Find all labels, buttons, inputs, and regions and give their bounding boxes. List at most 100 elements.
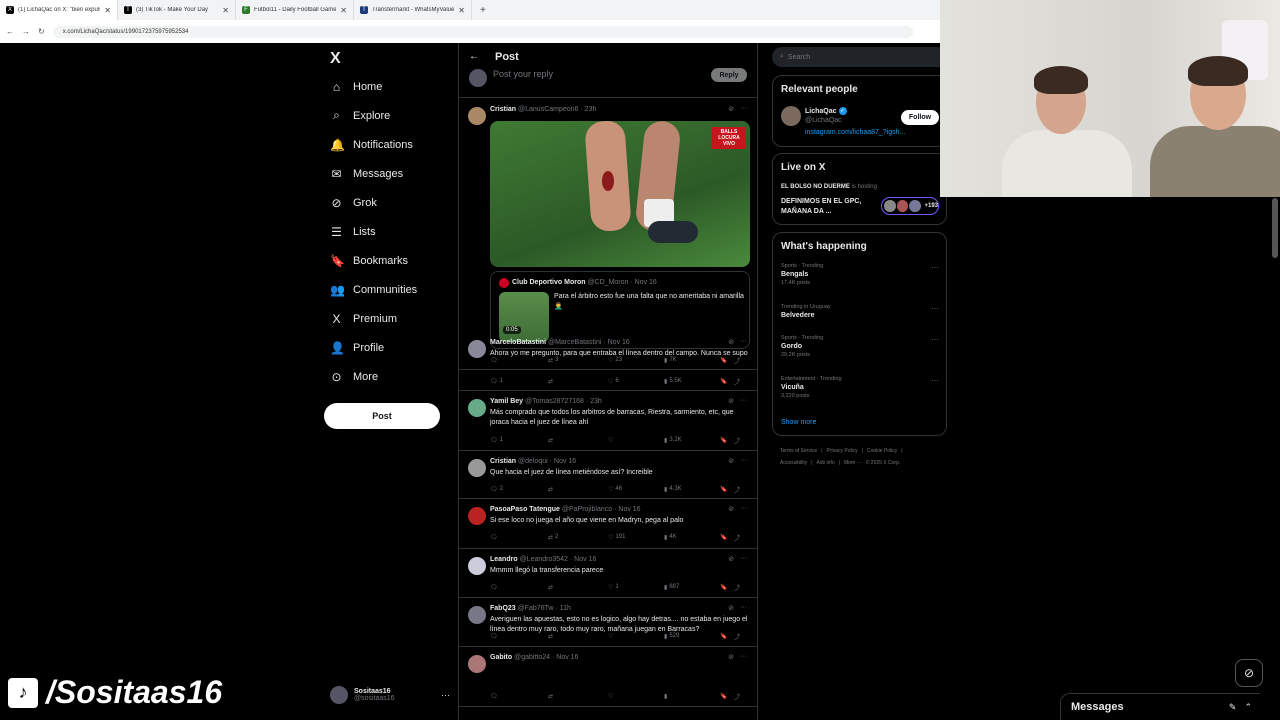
like-action[interactable]: ♡ [608,437,664,444]
like-action[interactable]: ♡ [608,633,664,640]
sidebar-item-home[interactable]: ⌂ Home [330,72,460,101]
bookmark-icon[interactable]: 🔖 [720,378,734,385]
views-action[interactable]: ▮ 887 [664,584,720,591]
sidebar-item-explore[interactable]: ⌕ Explore [330,101,460,130]
footer-link[interactable]: Terms of Service [780,448,817,454]
footer-link[interactable]: Ads info [817,460,835,466]
more-dots-icon[interactable]: ··· [740,105,747,113]
close-tab-icon[interactable]: ✕ [340,6,347,15]
bookmark-icon[interactable]: 🔖 [720,633,734,640]
reply-action[interactable]: 🗨 1 [490,437,548,444]
sidebar-item-lists[interactable]: ☰ Lists [330,217,460,246]
sidebar-item-grok[interactable]: ⊘ Grok [330,188,460,217]
forward-arrow-icon[interactable]: → [22,27,30,36]
more-dots-icon[interactable]: ··· [931,263,939,272]
sidebar-item-bookmarks[interactable]: 🔖 Bookmarks [330,247,460,276]
grok-icon[interactable]: ⊘ [728,105,734,113]
views-action[interactable]: ▮ 4K [664,534,720,541]
footer-link[interactable]: Cookie Policy [867,448,897,454]
show-more-link[interactable]: Show more [781,419,816,426]
trend-item[interactable]: Sports · Trending Bengals 17.4K posts ··· [781,263,941,286]
sidebar-item-messages[interactable]: ✉ Messages [330,159,460,188]
more-dots-icon[interactable]: ··· [740,653,747,661]
scrollbar[interactable] [1272,198,1278,258]
reply-action[interactable]: 🗨 [490,633,548,640]
footer-link[interactable]: More ··· [844,460,862,466]
live-on-x-box[interactable]: Live on X EL BOLSO NO DUERME is hosting … [772,153,947,225]
bio-link[interactable]: instagram.com/lichaa87_?igsh... [805,129,905,136]
more-dots-icon[interactable]: ··· [740,604,747,612]
views-action[interactable]: ▮ 4.3K [664,486,720,493]
new-tab-button[interactable]: + [472,5,494,16]
more-dots-icon[interactable]: ··· [740,457,747,465]
retweet-action[interactable]: ⇄ [548,693,608,700]
trend-item[interactable]: Entertainment · Trending Vicuña 3,220 post… [781,376,941,399]
account-switcher[interactable]: Sositaas16 @sositaas16 ··· [330,686,450,704]
back-arrow-icon[interactable]: ← [6,27,14,36]
close-tab-icon[interactable]: ✕ [458,6,465,15]
more-dots-icon[interactable]: ··· [740,555,747,563]
grok-icon[interactable]: ⊘ [728,653,734,661]
retweet-action[interactable]: ⇄ [548,486,608,493]
more-dots-icon[interactable]: ··· [740,505,747,513]
reply-action[interactable]: 🗨 [490,534,548,541]
bookmark-icon[interactable]: 🔖 [720,534,734,541]
post-button[interactable]: Post [324,403,440,429]
share-icon[interactable]: ⤴ [734,377,740,386]
sidebar-item-profile[interactable]: 👤 Profile [330,334,460,363]
browser-tab[interactable]: T (3) TikTok - Make Your Day ✕ [118,0,236,20]
reply-input[interactable]: Post your reply [493,69,553,79]
share-icon[interactable]: ⤴ [734,533,740,542]
more-dots-icon[interactable]: ··· [740,397,747,405]
grok-icon[interactable]: ⊘ [1235,659,1263,687]
views-action[interactable]: ▮ [664,693,720,700]
views-action[interactable]: ▮ 5.5K [664,378,720,385]
reply-action[interactable]: 🗨 1 [490,378,548,385]
like-action[interactable]: ♡ 191 [608,534,664,541]
compose-message-icon[interactable]: ✎ [1229,702,1237,713]
bookmark-icon[interactable]: 🔖 [720,437,734,444]
like-action[interactable]: ♡ [608,693,664,700]
retweet-action[interactable]: ⇄ [548,584,608,591]
close-tab-icon[interactable]: ✕ [222,6,229,15]
retweet-action[interactable]: ⇄ [548,378,608,385]
reply-item[interactable]: Gabito @gabitto24 · Nov 16 ⊘ ··· 🗨 ⇄ ♡ ▮ 🔖 ⤴ [459,647,757,707]
reply-item[interactable]: FabQ23 @Fab76Tw · 11h ⊘ ··· Averiguen las a… [459,598,757,647]
grok-icon[interactable]: ⊘ [728,604,734,612]
reply-action[interactable]: 🗨 [490,693,548,700]
more-dots-icon[interactable]: ··· [931,376,939,385]
reply-button[interactable]: Reply [711,68,747,82]
person-name[interactable]: LichaQac ✓ [805,107,847,115]
share-icon[interactable]: ⤴ [734,436,740,445]
reload-icon[interactable]: ↻ [38,27,45,36]
share-icon[interactable]: ⤴ [734,632,740,641]
url-field[interactable]: x.com/LichaQac/status/199017237597595253… [52,25,913,38]
browser-tab[interactable]: T Transfermarkt - WhatsMyValue ✕ [354,0,472,20]
back-arrow-icon[interactable]: ← [469,51,479,62]
video-media[interactable]: BALLS LOCURA VIVO [490,121,750,267]
more-dots-icon[interactable]: ··· [441,690,450,700]
grok-icon[interactable]: ⊘ [728,338,734,346]
share-icon[interactable]: ⤴ [734,692,740,701]
like-action[interactable]: ♡ 1 [608,584,664,591]
retweet-action[interactable]: ⇄ 2 [548,534,608,541]
views-action[interactable]: ▮ 3.2K [664,437,720,444]
more-dots-icon[interactable]: ··· [740,338,747,346]
bookmark-icon[interactable]: 🔖 [720,486,734,493]
grok-icon[interactable]: ⊘ [728,505,734,513]
reply-action[interactable]: 🗨 2 [490,486,548,493]
browser-tab[interactable]: F Futbol11 - Daily Football Game ✕ [236,0,354,20]
messages-drawer[interactable]: Messages ✎ ⌃ [1060,693,1260,720]
share-icon[interactable]: ⤴ [734,583,740,592]
views-action[interactable]: ▮ 529 [664,633,720,640]
sidebar-item-notifications[interactable]: 🔔 Notifications [330,130,460,159]
grok-icon[interactable]: ⊘ [728,555,734,563]
sidebar-item-premium[interactable]: X Premium [330,305,460,334]
reply-item[interactable]: Cristian @deloqui · Nov 16 ⊘ ··· Que hacia … [459,451,757,499]
bookmark-icon[interactable]: 🔖 [720,584,734,591]
footer-link[interactable]: Privacy Policy [827,448,858,454]
more-dots-icon[interactable]: ··· [931,304,939,313]
x-logo-icon[interactable]: X [330,50,341,68]
grok-icon[interactable]: ⊘ [728,397,734,405]
close-tab-icon[interactable]: ✕ [104,6,111,15]
